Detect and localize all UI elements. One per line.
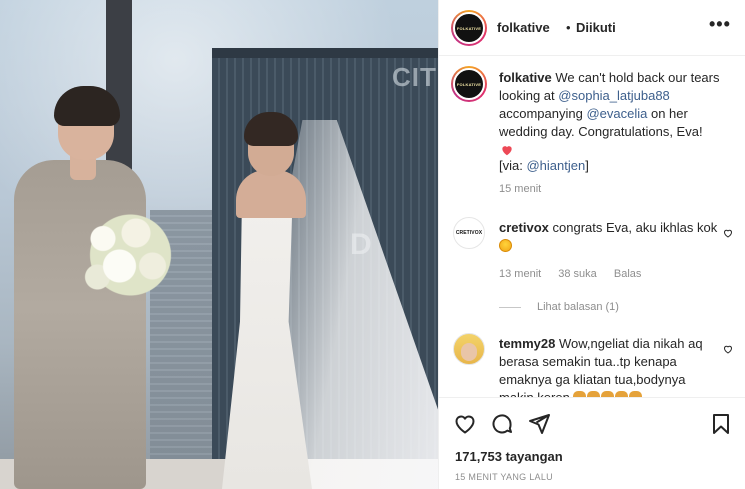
caption-timestamp: 15 menit: [499, 183, 542, 195]
post-header: FOLKATIVE folkative • Diikuti •••: [439, 0, 745, 56]
bouquet: [70, 200, 180, 310]
avatar[interactable]: FOLKATIVE: [453, 68, 485, 100]
post-photo[interactable]: CITI D: [0, 0, 438, 489]
comment-username[interactable]: temmy28: [499, 336, 555, 351]
comment-username[interactable]: cretivox: [499, 220, 549, 235]
comment-meta: 13 menit 38 suka Balas: [499, 268, 655, 280]
avatar[interactable]: [453, 333, 485, 365]
post-actions: 171,753 tayangan 15 MENIT YANG LALU: [439, 397, 745, 489]
comments-list[interactable]: FOLKATIVE folkative We can't hold back o…: [439, 57, 745, 397]
username-link[interactable]: folkative: [497, 20, 550, 35]
bookmark-icon[interactable]: [709, 412, 733, 436]
more-icon[interactable]: •••: [709, 14, 731, 35]
view-replies-button[interactable]: Lihat balasan (1): [499, 301, 619, 313]
grinning-emoji-icon: [499, 239, 512, 252]
mention-link[interactable]: @evacelia: [586, 106, 647, 121]
comment-time: 13 menit: [499, 268, 542, 280]
heart-icon[interactable]: [722, 227, 734, 239]
comment-likes[interactable]: 38 suka: [558, 268, 597, 280]
red-heart-emoji-icon: [502, 146, 512, 156]
mention-link[interactable]: @hiantjen: [526, 158, 585, 173]
separator-dot: •: [566, 20, 571, 35]
tower-sign: CITI: [392, 62, 438, 92]
avatar[interactable]: CRETIVOX: [453, 217, 485, 249]
instagram-post: CITI D FOLKATIVE folkative • Diikuti •••: [0, 0, 745, 489]
view-count[interactable]: 171,753 tayangan: [455, 449, 563, 464]
share-icon[interactable]: [527, 412, 551, 436]
comment-text: cretivox congrats Eva, aku ikhlas kok: [499, 219, 719, 255]
post-details-panel: FOLKATIVE folkative • Diikuti ••• FOLKAT…: [438, 0, 745, 489]
avatar[interactable]: FOLKATIVE: [453, 12, 485, 44]
comment-text: temmy28 Wow,ngeliat dia nikah aq berasa …: [499, 335, 719, 397]
post-timestamp[interactable]: 15 MENIT YANG LALU: [455, 472, 553, 482]
caption: folkative We can't hold back our tears l…: [499, 70, 720, 173]
heart-icon[interactable]: [722, 343, 734, 355]
reply-button[interactable]: Balas: [614, 268, 642, 280]
heart-icon[interactable]: [453, 412, 477, 436]
follow-button[interactable]: Diikuti: [576, 20, 616, 35]
comment-icon[interactable]: [490, 412, 514, 436]
mention-link[interactable]: @sophia_latjuba88: [558, 88, 670, 103]
caption-username[interactable]: folkative: [499, 70, 552, 85]
